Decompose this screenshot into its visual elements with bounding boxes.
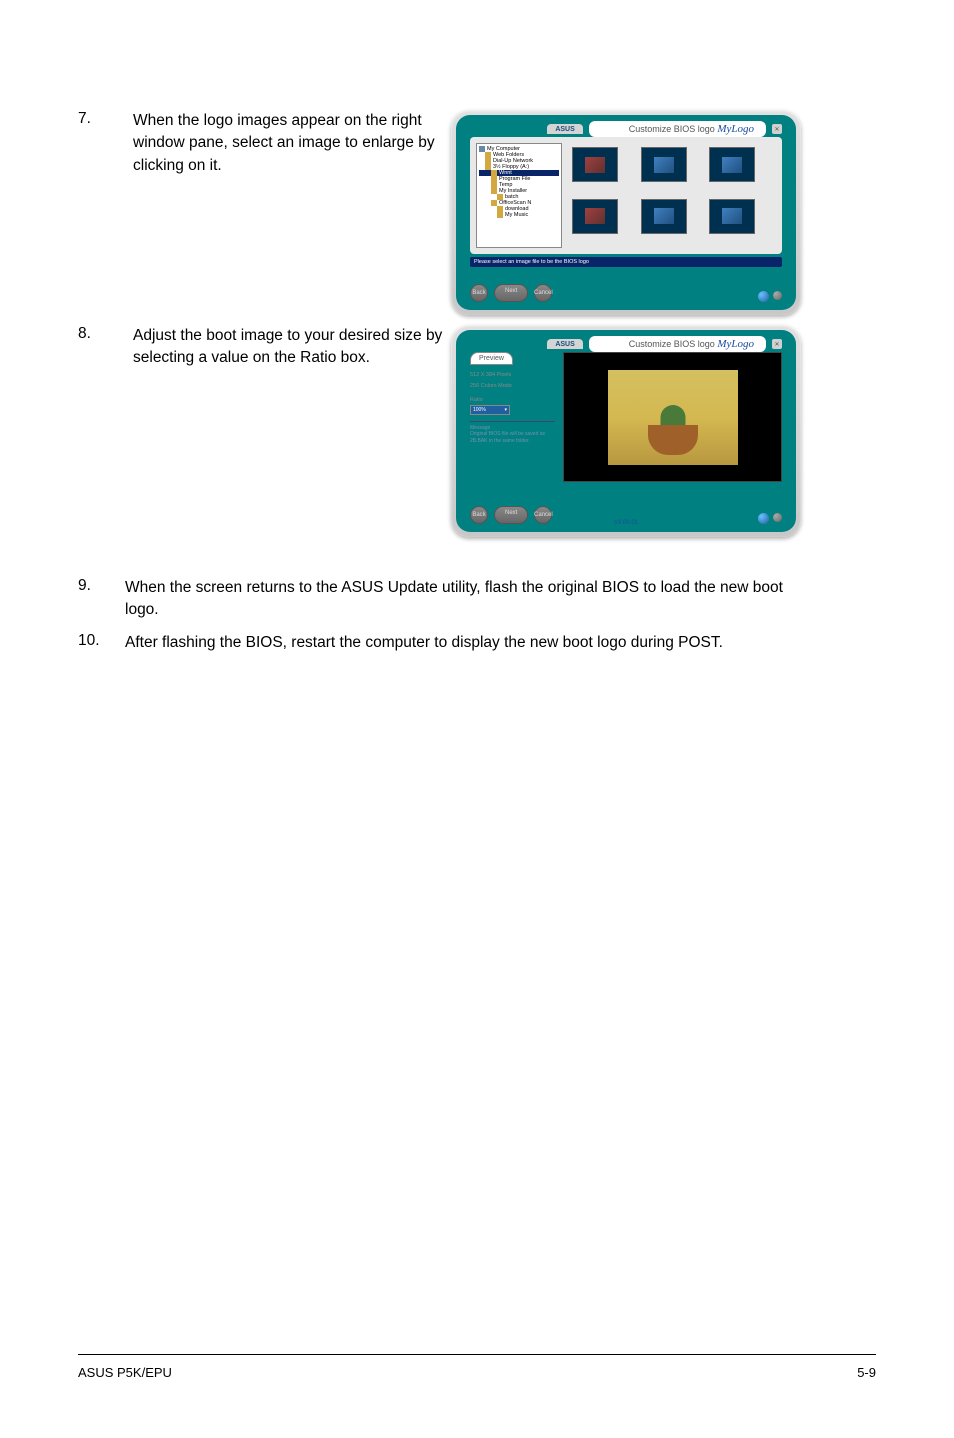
logo-thumbnail[interactable] bbox=[641, 199, 687, 234]
folder-tree[interactable]: My Computer Web Folders Dial-Up Network … bbox=[476, 143, 562, 248]
pot-graphic bbox=[648, 425, 698, 455]
nav-buttons: Back Next Cancel bbox=[470, 284, 552, 302]
preview-tab: Preview bbox=[470, 352, 513, 365]
logo-thumbnail[interactable] bbox=[709, 147, 755, 182]
app-inner: ASUS Customize BIOS logo MyLogo ✕ Previe… bbox=[456, 330, 796, 532]
close-icon[interactable]: ✕ bbox=[772, 124, 782, 134]
step-number: 7. bbox=[78, 110, 125, 128]
corner-buttons bbox=[758, 513, 782, 524]
step-9-row: 9. When the screen returns to the ASUS U… bbox=[78, 577, 876, 622]
logo-thumbnail[interactable] bbox=[641, 147, 687, 182]
ratio-select[interactable]: 100% ▾ bbox=[470, 405, 510, 415]
ratio-value: 100% bbox=[473, 407, 486, 413]
resolution-label: 512 X 384 Pixels bbox=[470, 371, 555, 380]
app-window: ASUS Customize BIOS logo MyLogo ✕ Previe… bbox=[451, 325, 801, 537]
gray-orb-icon[interactable] bbox=[773, 513, 782, 522]
mylogo-prefix: Customize BIOS logo bbox=[629, 339, 715, 349]
ratio-label: Ratio bbox=[470, 397, 555, 403]
color-mode-label: 256 Colors Mode bbox=[470, 382, 555, 391]
step-7-row: 7. When the logo images appear on the ri… bbox=[78, 110, 876, 315]
logo-thumbnail[interactable] bbox=[572, 199, 618, 234]
version-label: V3.00.01 bbox=[614, 520, 638, 526]
thumbnail-grid bbox=[568, 143, 776, 248]
nav-buttons: Back Next Cancel bbox=[470, 506, 552, 524]
mylogo-badge: Customize BIOS logo MyLogo bbox=[589, 121, 766, 137]
close-icon[interactable]: ✕ bbox=[772, 339, 782, 349]
step-text: When the logo images appear on the right… bbox=[133, 110, 443, 177]
asus-tab: ASUS bbox=[547, 124, 582, 134]
next-button[interactable]: Next bbox=[494, 284, 528, 302]
thumb-image bbox=[654, 208, 674, 224]
footer-left: ASUS P5K/EPU bbox=[78, 1365, 172, 1380]
logo-thumbnail[interactable] bbox=[709, 199, 755, 234]
mylogo-badge: Customize BIOS logo MyLogo bbox=[589, 336, 766, 352]
preview-area bbox=[563, 352, 782, 482]
cancel-button[interactable]: Cancel bbox=[534, 284, 552, 302]
app-window: ASUS Customize BIOS logo MyLogo ✕ My Com… bbox=[451, 110, 801, 315]
logo-thumbnail[interactable] bbox=[572, 147, 618, 182]
status-bar: Please select an image file to be the BI… bbox=[470, 257, 782, 267]
thumb-image bbox=[654, 157, 674, 173]
thumb-image bbox=[722, 157, 742, 173]
info-orb-icon[interactable] bbox=[758, 291, 769, 302]
step-number: 9. bbox=[78, 577, 125, 595]
dropdown-arrow-icon: ▾ bbox=[504, 407, 507, 413]
mylogo-prefix: Customize BIOS logo bbox=[629, 124, 715, 134]
preview-image bbox=[608, 370, 738, 465]
screenshot-mylogo-select: ASUS Customize BIOS logo MyLogo ✕ My Com… bbox=[451, 110, 801, 315]
thumb-image bbox=[585, 157, 605, 173]
gray-orb-icon[interactable] bbox=[773, 291, 782, 300]
step-number: 10. bbox=[78, 632, 125, 650]
info-orb-icon[interactable] bbox=[758, 513, 769, 524]
back-button[interactable]: Back bbox=[470, 284, 488, 302]
message-box: Message Original BIOS file will be saved… bbox=[470, 421, 555, 445]
preview-row: Preview 512 X 384 Pixels 256 Colors Mode… bbox=[470, 352, 782, 482]
step-8-row: 8. Adjust the boot image to your desired… bbox=[78, 325, 876, 537]
app-inner: ASUS Customize BIOS logo MyLogo ✕ My Com… bbox=[456, 115, 796, 310]
thumb-image bbox=[585, 208, 605, 224]
asus-tab: ASUS bbox=[547, 339, 582, 349]
corner-buttons bbox=[758, 291, 782, 302]
step-10-row: 10. After flashing the BIOS, restart the… bbox=[78, 632, 876, 654]
preview-side-panel: Preview 512 X 384 Pixels 256 Colors Mode… bbox=[470, 352, 555, 482]
folder-icon bbox=[497, 212, 503, 218]
step-number: 8. bbox=[78, 325, 125, 343]
message-body: Original BIOS file will be saved as 2B.B… bbox=[470, 431, 555, 444]
tree-label: My Music bbox=[505, 212, 528, 218]
mylogo-text: MyLogo bbox=[717, 338, 754, 350]
thumb-image bbox=[722, 208, 742, 224]
content-panel: My Computer Web Folders Dial-Up Network … bbox=[470, 137, 782, 254]
tree-item[interactable]: My Music bbox=[479, 212, 559, 218]
cancel-button[interactable]: Cancel bbox=[534, 506, 552, 524]
screenshot-mylogo-preview: ASUS Customize BIOS logo MyLogo ✕ Previe… bbox=[451, 325, 801, 537]
step-text: Adjust the boot image to your desired si… bbox=[133, 325, 443, 370]
page-footer: ASUS P5K/EPU 5-9 bbox=[78, 1354, 876, 1380]
step-text: When the screen returns to the ASUS Upda… bbox=[125, 577, 805, 622]
step-text: After flashing the BIOS, restart the com… bbox=[125, 632, 723, 654]
back-button[interactable]: Back bbox=[470, 506, 488, 524]
footer-page-number: 5-9 bbox=[857, 1365, 876, 1380]
app-header: ASUS Customize BIOS logo MyLogo ✕ bbox=[547, 121, 782, 137]
next-button[interactable]: Next bbox=[494, 506, 528, 524]
mylogo-text: MyLogo bbox=[717, 123, 754, 135]
app-header: ASUS Customize BIOS logo MyLogo ✕ bbox=[547, 336, 782, 352]
